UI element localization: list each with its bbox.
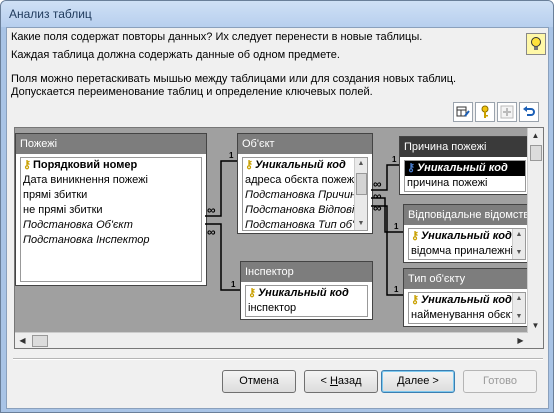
relation-one: 1 [394,285,399,294]
rename-table-icon[interactable] [453,102,473,122]
relation-many: ∞ [207,203,216,217]
scroll-down-icon[interactable]: ▼ [528,318,543,333]
window-title: Анализ таблиц [9,7,92,21]
scroll-right-icon[interactable]: ▶ [513,333,528,348]
divider [13,358,543,360]
relation-one: 1 [394,222,399,231]
scroll-left-icon[interactable]: ◀ [15,333,30,348]
next-button[interactable]: Далее > [381,370,455,393]
back-button[interactable]: < Назад [304,370,378,393]
relation-one: 1 [231,280,236,289]
relation-many: ∞ [373,201,382,215]
finish-button[interactable]: Готово [463,370,537,393]
dialog-client: Какие поля содержат повторы данных? Их с… [6,27,549,409]
set-key-icon[interactable] [475,102,495,122]
relation-many: ∞ [207,225,216,239]
undo-icon[interactable] [519,102,539,122]
prompt-line-2: Каждая таблица должна содержать данные о… [11,49,340,61]
scroll-corner [528,333,543,348]
prompt-line-1: Какие поля содержат повторы данных? Их с… [11,31,423,43]
table-designer-panel[interactable]: Пожежі ⚷ Порядковий номер Дата виникнення… [14,127,544,349]
cancel-button[interactable]: Отмена [222,370,296,393]
add-table-icon[interactable] [497,102,517,122]
panel-vertical-scrollbar[interactable]: ▲ ▼ [527,128,543,333]
relation-one: 1 [229,151,234,160]
panel-horizontal-scrollbar[interactable]: ◀ ▶ [15,332,528,348]
scroll-thumb[interactable] [530,145,542,161]
lightbulb-icon[interactable] [526,33,546,55]
title-bar[interactable]: Анализ таблиц [1,1,553,27]
scroll-up-icon[interactable]: ▲ [528,128,543,143]
relationship-lines: ∞ ∞ 1 1 ∞ ∞ ∞ 1 1 1 [205,151,403,296]
dialog-window: Анализ таблиц Какие поля содержат повтор… [0,0,554,413]
relation-one: 1 [392,155,397,164]
scroll-thumb[interactable] [32,335,48,347]
prompt-line-4: Допускается переименование таблиц и опре… [11,86,373,98]
prompt-line-3: Поля можно перетаскивать мышью между таб… [11,73,457,85]
